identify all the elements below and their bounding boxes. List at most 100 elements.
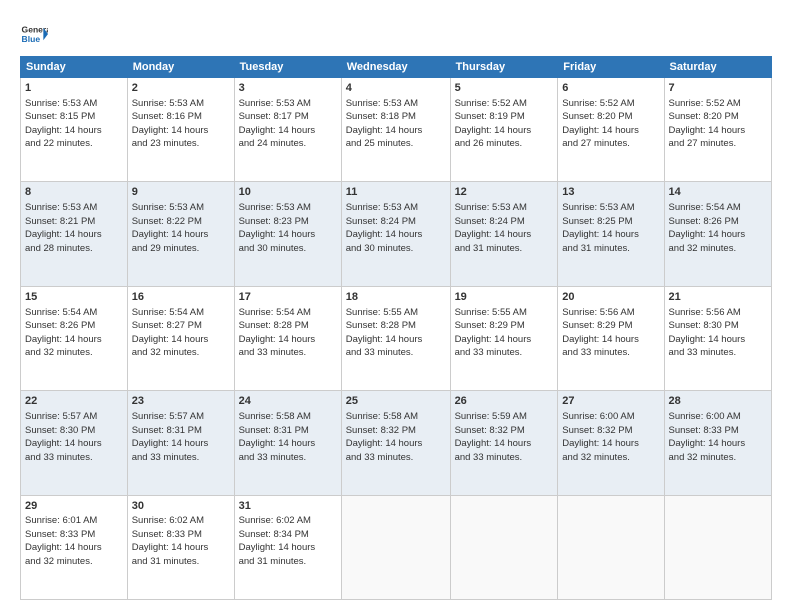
weekday-header: Wednesday [341, 57, 450, 78]
day-number: 18 [346, 290, 446, 305]
calendar-cell: 9 Sunrise: 5:53 AMSunset: 8:22 PMDayligh… [127, 182, 234, 286]
day-info: Sunrise: 5:58 AMSunset: 8:32 PMDaylight:… [346, 411, 423, 463]
calendar-cell: 17 Sunrise: 5:54 AMSunset: 8:28 PMDaylig… [234, 286, 341, 390]
day-number: 15 [25, 290, 123, 305]
day-number: 25 [346, 394, 446, 409]
calendar-week-row: 15 Sunrise: 5:54 AMSunset: 8:26 PMDaylig… [21, 286, 772, 390]
page: General Blue SundayMondayTuesdayWednesda… [0, 0, 792, 612]
calendar-cell: 19 Sunrise: 5:55 AMSunset: 8:29 PMDaylig… [450, 286, 558, 390]
day-number: 13 [562, 185, 659, 200]
logo-icon: General Blue [20, 20, 48, 48]
day-info: Sunrise: 5:53 AMSunset: 8:15 PMDaylight:… [25, 98, 102, 150]
day-info: Sunrise: 5:53 AMSunset: 8:23 PMDaylight:… [239, 202, 316, 254]
day-number: 19 [455, 290, 554, 305]
calendar-cell: 7 Sunrise: 5:52 AMSunset: 8:20 PMDayligh… [664, 78, 772, 182]
day-number: 5 [455, 81, 554, 96]
day-number: 17 [239, 290, 337, 305]
calendar-cell [450, 495, 558, 599]
weekday-header: Monday [127, 57, 234, 78]
day-info: Sunrise: 5:52 AMSunset: 8:20 PMDaylight:… [562, 98, 639, 150]
day-info: Sunrise: 5:53 AMSunset: 8:25 PMDaylight:… [562, 202, 639, 254]
day-info: Sunrise: 5:52 AMSunset: 8:19 PMDaylight:… [455, 98, 532, 150]
day-info: Sunrise: 5:53 AMSunset: 8:18 PMDaylight:… [346, 98, 423, 150]
calendar-cell: 3 Sunrise: 5:53 AMSunset: 8:17 PMDayligh… [234, 78, 341, 182]
weekday-header: Saturday [664, 57, 772, 78]
calendar-cell: 29 Sunrise: 6:01 AMSunset: 8:33 PMDaylig… [21, 495, 128, 599]
day-info: Sunrise: 5:53 AMSunset: 8:21 PMDaylight:… [25, 202, 102, 254]
calendar-cell: 25 Sunrise: 5:58 AMSunset: 8:32 PMDaylig… [341, 391, 450, 495]
calendar-cell: 31 Sunrise: 6:02 AMSunset: 8:34 PMDaylig… [234, 495, 341, 599]
day-number: 23 [132, 394, 230, 409]
calendar-cell: 11 Sunrise: 5:53 AMSunset: 8:24 PMDaylig… [341, 182, 450, 286]
calendar-cell [558, 495, 664, 599]
day-info: Sunrise: 5:56 AMSunset: 8:29 PMDaylight:… [562, 307, 639, 359]
calendar-cell: 6 Sunrise: 5:52 AMSunset: 8:20 PMDayligh… [558, 78, 664, 182]
day-number: 26 [455, 394, 554, 409]
day-info: Sunrise: 5:53 AMSunset: 8:22 PMDaylight:… [132, 202, 209, 254]
day-number: 22 [25, 394, 123, 409]
calendar-cell: 10 Sunrise: 5:53 AMSunset: 8:23 PMDaylig… [234, 182, 341, 286]
weekday-header: Sunday [21, 57, 128, 78]
day-number: 12 [455, 185, 554, 200]
calendar-cell: 23 Sunrise: 5:57 AMSunset: 8:31 PMDaylig… [127, 391, 234, 495]
day-number: 10 [239, 185, 337, 200]
weekday-header: Friday [558, 57, 664, 78]
calendar-cell: 22 Sunrise: 5:57 AMSunset: 8:30 PMDaylig… [21, 391, 128, 495]
day-number: 20 [562, 290, 659, 305]
day-info: Sunrise: 5:55 AMSunset: 8:28 PMDaylight:… [346, 307, 423, 359]
calendar-cell: 2 Sunrise: 5:53 AMSunset: 8:16 PMDayligh… [127, 78, 234, 182]
day-number: 6 [562, 81, 659, 96]
day-info: Sunrise: 5:54 AMSunset: 8:28 PMDaylight:… [239, 307, 316, 359]
day-info: Sunrise: 5:58 AMSunset: 8:31 PMDaylight:… [239, 411, 316, 463]
day-info: Sunrise: 5:57 AMSunset: 8:31 PMDaylight:… [132, 411, 209, 463]
day-info: Sunrise: 6:01 AMSunset: 8:33 PMDaylight:… [25, 515, 102, 567]
calendar-table: SundayMondayTuesdayWednesdayThursdayFrid… [20, 56, 772, 600]
weekday-header: Tuesday [234, 57, 341, 78]
day-info: Sunrise: 5:56 AMSunset: 8:30 PMDaylight:… [669, 307, 746, 359]
calendar-week-row: 29 Sunrise: 6:01 AMSunset: 8:33 PMDaylig… [21, 495, 772, 599]
calendar-cell: 21 Sunrise: 5:56 AMSunset: 8:30 PMDaylig… [664, 286, 772, 390]
day-info: Sunrise: 6:00 AMSunset: 8:33 PMDaylight:… [669, 411, 746, 463]
day-info: Sunrise: 5:52 AMSunset: 8:20 PMDaylight:… [669, 98, 746, 150]
calendar-cell [664, 495, 772, 599]
day-number: 28 [669, 394, 768, 409]
day-number: 11 [346, 185, 446, 200]
day-info: Sunrise: 5:59 AMSunset: 8:32 PMDaylight:… [455, 411, 532, 463]
calendar-cell: 1 Sunrise: 5:53 AMSunset: 8:15 PMDayligh… [21, 78, 128, 182]
day-info: Sunrise: 5:53 AMSunset: 8:24 PMDaylight:… [455, 202, 532, 254]
calendar-body: 1 Sunrise: 5:53 AMSunset: 8:15 PMDayligh… [21, 78, 772, 600]
day-number: 9 [132, 185, 230, 200]
day-info: Sunrise: 5:54 AMSunset: 8:27 PMDaylight:… [132, 307, 209, 359]
day-info: Sunrise: 5:53 AMSunset: 8:24 PMDaylight:… [346, 202, 423, 254]
calendar-cell: 26 Sunrise: 5:59 AMSunset: 8:32 PMDaylig… [450, 391, 558, 495]
day-number: 7 [669, 81, 768, 96]
day-number: 31 [239, 499, 337, 514]
calendar-cell: 12 Sunrise: 5:53 AMSunset: 8:24 PMDaylig… [450, 182, 558, 286]
calendar-week-row: 22 Sunrise: 5:57 AMSunset: 8:30 PMDaylig… [21, 391, 772, 495]
calendar-cell: 18 Sunrise: 5:55 AMSunset: 8:28 PMDaylig… [341, 286, 450, 390]
weekday-header: Thursday [450, 57, 558, 78]
calendar-cell: 30 Sunrise: 6:02 AMSunset: 8:33 PMDaylig… [127, 495, 234, 599]
day-number: 30 [132, 499, 230, 514]
calendar-cell: 13 Sunrise: 5:53 AMSunset: 8:25 PMDaylig… [558, 182, 664, 286]
calendar-cell: 27 Sunrise: 6:00 AMSunset: 8:32 PMDaylig… [558, 391, 664, 495]
day-info: Sunrise: 5:53 AMSunset: 8:16 PMDaylight:… [132, 98, 209, 150]
day-info: Sunrise: 6:02 AMSunset: 8:33 PMDaylight:… [132, 515, 209, 567]
day-info: Sunrise: 5:53 AMSunset: 8:17 PMDaylight:… [239, 98, 316, 150]
calendar-cell [341, 495, 450, 599]
calendar-cell: 24 Sunrise: 5:58 AMSunset: 8:31 PMDaylig… [234, 391, 341, 495]
calendar-cell: 5 Sunrise: 5:52 AMSunset: 8:19 PMDayligh… [450, 78, 558, 182]
day-info: Sunrise: 5:57 AMSunset: 8:30 PMDaylight:… [25, 411, 102, 463]
logo: General Blue [20, 20, 48, 48]
day-number: 29 [25, 499, 123, 514]
day-number: 21 [669, 290, 768, 305]
day-number: 2 [132, 81, 230, 96]
day-info: Sunrise: 6:00 AMSunset: 8:32 PMDaylight:… [562, 411, 639, 463]
day-info: Sunrise: 5:54 AMSunset: 8:26 PMDaylight:… [25, 307, 102, 359]
calendar-week-row: 1 Sunrise: 5:53 AMSunset: 8:15 PMDayligh… [21, 78, 772, 182]
calendar-cell: 4 Sunrise: 5:53 AMSunset: 8:18 PMDayligh… [341, 78, 450, 182]
day-number: 8 [25, 185, 123, 200]
day-number: 1 [25, 81, 123, 96]
calendar-cell: 15 Sunrise: 5:54 AMSunset: 8:26 PMDaylig… [21, 286, 128, 390]
calendar-cell: 14 Sunrise: 5:54 AMSunset: 8:26 PMDaylig… [664, 182, 772, 286]
